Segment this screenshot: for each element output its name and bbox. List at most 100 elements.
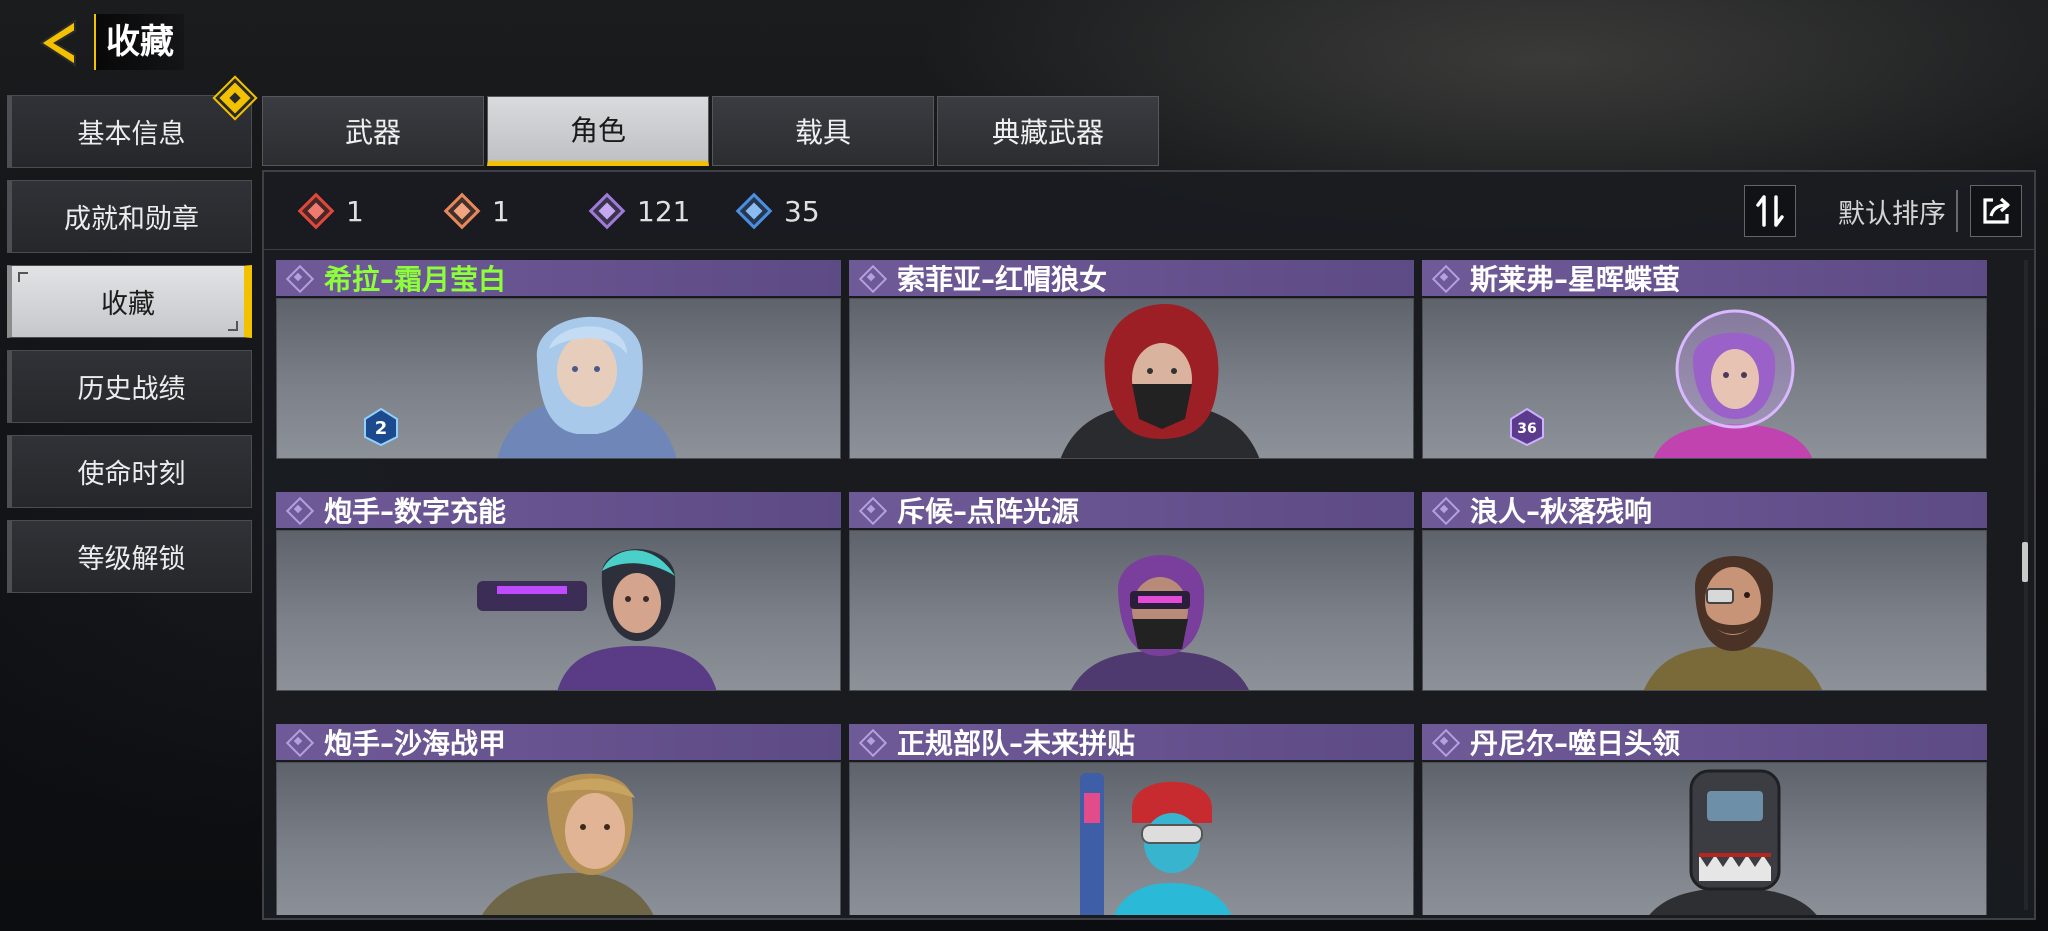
- rare-gem-icon: [734, 191, 774, 231]
- category-tabs: 武器 角色 载具 典藏武器: [262, 96, 1159, 166]
- character-card[interactable]: 炮手–数字充能: [276, 492, 841, 704]
- card-portrait-area: [849, 762, 1414, 915]
- card-header: 斥候–点阵光源: [849, 492, 1414, 528]
- card-name: 炮手–数字充能: [324, 495, 507, 528]
- card-portrait-area: [849, 298, 1414, 459]
- character-portrait: [482, 773, 654, 915]
- sidebar-item-label: 基本信息: [77, 119, 186, 150]
- epic-rarity-icon: [286, 265, 312, 291]
- stat-rare: 35: [734, 190, 820, 232]
- epic-gem-icon: [587, 191, 627, 231]
- sidebar-item-label: 等级解锁: [77, 544, 186, 575]
- stat-mythic-count: 1: [346, 194, 364, 228]
- character-portrait: [497, 316, 677, 458]
- stat-legendary-count: 1: [492, 194, 510, 228]
- share-button[interactable]: [1970, 185, 2022, 237]
- epic-rarity-icon: [1432, 729, 1458, 755]
- tab-vehicles[interactable]: 载具: [712, 96, 934, 166]
- character-portrait: [1080, 773, 1232, 915]
- epic-rarity-icon: [286, 729, 312, 755]
- card-header: 丹尼尔–噬日头领: [1422, 724, 1987, 760]
- card-header: 炮手–沙海战甲: [276, 724, 841, 760]
- sidebar-item-level-unlock[interactable]: 等级解锁: [7, 520, 252, 593]
- card-name: 正规部队–未来拼贴: [897, 727, 1136, 760]
- sort-mode-label[interactable]: 默认排序: [1838, 192, 1946, 231]
- character-portrait: [1653, 309, 1813, 458]
- back-button[interactable]: [30, 12, 92, 74]
- card-name: 希拉–霜月莹白: [324, 263, 507, 296]
- collection-panel: 1 1 121 35 默认排序 希拉–霜月莹白 2 索菲亚–红帽狼女 斯莱弗–星…: [262, 170, 2036, 920]
- svg-text:36: 36: [1517, 421, 1536, 437]
- scroll-track[interactable]: [2024, 260, 2028, 910]
- card-portrait-area: [276, 530, 841, 691]
- character-portrait: [1643, 556, 1823, 690]
- character-card[interactable]: 索菲亚–红帽狼女: [849, 260, 1414, 472]
- character-portrait: [477, 549, 717, 690]
- epic-rarity-icon: [859, 729, 885, 755]
- legendary-gem-icon: [442, 191, 482, 231]
- tab-collector-weapons[interactable]: 典藏武器: [937, 96, 1159, 166]
- card-portrait-area: [1422, 762, 1987, 915]
- sort-toggle-button[interactable]: [1744, 185, 1796, 237]
- sort-toggle-icon: [1756, 195, 1784, 227]
- card-name: 丹尼尔–噬日头领: [1470, 727, 1681, 760]
- page-title: 收藏: [94, 14, 184, 70]
- epic-rarity-icon: [859, 265, 885, 291]
- sort-divider: [1956, 190, 1958, 232]
- epic-rarity-icon: [286, 497, 312, 523]
- sidebar-item-moments[interactable]: 使命时刻: [7, 435, 252, 508]
- stat-epic: 121: [587, 190, 690, 232]
- character-portrait: [1649, 769, 1817, 915]
- stat-rare-count: 35: [784, 194, 820, 228]
- level-badge-icon: 36: [1510, 407, 1544, 447]
- character-portrait: [1071, 555, 1249, 690]
- character-card[interactable]: 炮手–沙海战甲: [276, 724, 841, 915]
- sidebar-item-label: 使命时刻: [77, 459, 186, 490]
- tab-characters[interactable]: 角色: [487, 96, 709, 166]
- sidebar-item-achievements[interactable]: 成就和勋章: [7, 180, 252, 253]
- character-card[interactable]: 斯莱弗–星晖蝶萤 36: [1422, 260, 1987, 472]
- tab-weapons[interactable]: 武器: [262, 96, 484, 166]
- card-header: 炮手–数字充能: [276, 492, 841, 528]
- share-icon: [1983, 197, 2010, 224]
- character-card[interactable]: 丹尼尔–噬日头领: [1422, 724, 1987, 915]
- card-header: 浪人–秋落残响: [1422, 492, 1987, 528]
- character-grid: 希拉–霜月莹白 2 索菲亚–红帽狼女 斯莱弗–星晖蝶萤 36 炮手–数字充能 斥…: [276, 260, 1996, 915]
- card-portrait-area: [1422, 530, 1987, 691]
- scrollbar-thumb[interactable]: [2022, 542, 2028, 582]
- stat-mythic: 1: [296, 190, 364, 232]
- epic-rarity-icon: [1432, 265, 1458, 291]
- sidebar-item-collection[interactable]: 收藏: [7, 265, 252, 338]
- card-name: 浪人–秋落残响: [1470, 495, 1653, 528]
- character-card[interactable]: 浪人–秋落残响: [1422, 492, 1987, 704]
- svg-text:2: 2: [375, 418, 388, 439]
- level-badge-icon: 2: [364, 407, 398, 447]
- sidebar-item-history[interactable]: 历史战绩: [7, 350, 252, 423]
- notification-badge-icon: [215, 78, 255, 118]
- sidebar-item-basic-info[interactable]: 基本信息: [7, 78, 255, 168]
- card-name: 斯莱弗–星晖蝶萤: [1470, 263, 1681, 296]
- character-card[interactable]: 正规部队–未来拼贴: [849, 724, 1414, 915]
- character-card[interactable]: 斥候–点阵光源: [849, 492, 1414, 704]
- card-portrait-area: [849, 530, 1414, 691]
- card-portrait-area: [276, 762, 841, 915]
- character-card[interactable]: 希拉–霜月莹白 2: [276, 260, 841, 472]
- rarity-stats-bar: 1 1 121 35 默认排序: [264, 172, 2034, 250]
- card-header: 正规部队–未来拼贴: [849, 724, 1414, 760]
- card-header: 斯莱弗–星晖蝶萤: [1422, 260, 1987, 296]
- card-name: 斥候–点阵光源: [897, 495, 1080, 528]
- card-header: 希拉–霜月莹白: [276, 260, 841, 296]
- stat-epic-count: 121: [637, 194, 691, 228]
- sidebar-item-label: 成就和勋章: [64, 204, 199, 235]
- card-portrait-area: 36: [1422, 298, 1987, 459]
- epic-rarity-icon: [859, 497, 885, 523]
- mythic-gem-icon: [296, 191, 336, 231]
- character-portrait: [1060, 304, 1260, 458]
- sidebar-item-label: 收藏: [101, 289, 155, 320]
- sidebar-item-label: 历史战绩: [77, 374, 186, 405]
- epic-rarity-icon: [1432, 497, 1458, 523]
- card-portrait-area: 2: [276, 298, 841, 459]
- card-header: 索菲亚–红帽狼女: [849, 260, 1414, 296]
- stat-legendary: 1: [442, 190, 510, 232]
- back-arrow-icon: [39, 19, 76, 67]
